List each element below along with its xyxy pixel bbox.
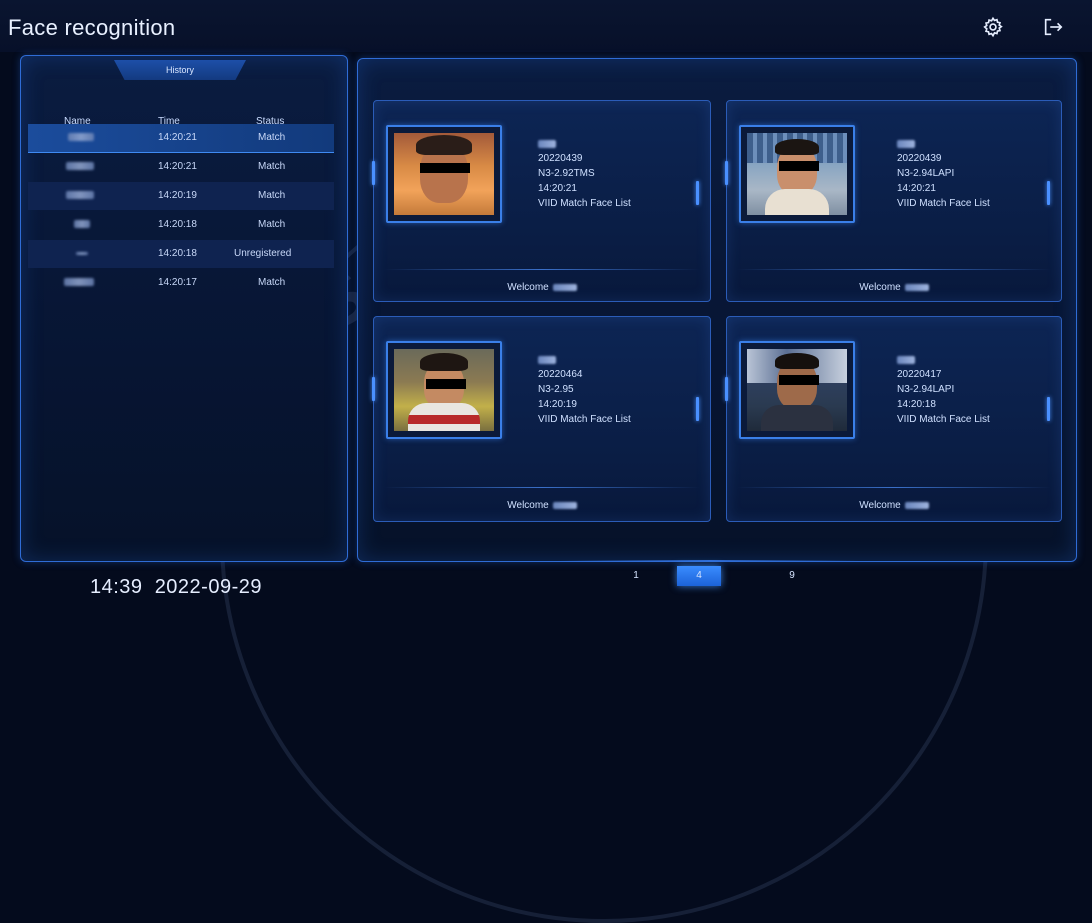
face-snapshot	[386, 125, 502, 223]
capture-time: 14:20:21	[897, 183, 936, 194]
card-indicator	[372, 377, 375, 401]
person-id: 20220417	[897, 369, 942, 380]
recognition-card[interactable]: 20220439 N3-2.94LAPI 14:20:21 VIID Match…	[725, 100, 1062, 302]
welcome-message: Welcome	[727, 500, 1061, 511]
page-button[interactable]: 9	[770, 566, 814, 586]
face-snapshot	[739, 341, 855, 439]
welcome-message: Welcome	[374, 282, 710, 293]
recognition-card[interactable]: 20220417 N3-2.94LAPI 14:20:18 VIID Match…	[725, 316, 1062, 522]
page-button[interactable]: 1	[614, 566, 658, 586]
clock: 14:39 2022-09-29	[90, 576, 262, 599]
match-list: VIID Match Face List	[897, 414, 990, 425]
card-indicator	[1047, 397, 1050, 421]
history-row[interactable]: 14:20:21 Match	[28, 124, 334, 153]
row-time: 14:20:18	[158, 219, 197, 230]
match-list: VIID Match Face List	[538, 198, 631, 209]
card-indicator	[1047, 181, 1050, 205]
redacted-name	[897, 356, 915, 364]
page-title: Face recognition	[8, 15, 176, 40]
redacted-name	[66, 191, 94, 199]
welcome-message: Welcome	[727, 282, 1061, 293]
match-list: VIID Match Face List	[897, 198, 990, 209]
match-list: VIID Match Face List	[538, 414, 631, 425]
device-name: N3-2.92TMS	[538, 168, 595, 179]
redacted-name	[64, 278, 94, 286]
row-time: 14:20:17	[158, 277, 197, 288]
tab-history[interactable]: History	[114, 60, 246, 80]
card-indicator	[725, 161, 728, 185]
settings-button[interactable]	[980, 14, 1006, 40]
row-status: Unregistered	[234, 248, 292, 259]
page-button-active[interactable]: 4	[677, 566, 721, 586]
redacted-name	[538, 140, 556, 148]
card-indicator	[372, 161, 375, 185]
row-time: 14:20:18	[158, 248, 197, 259]
row-status: Match	[258, 190, 286, 201]
face-snapshot	[386, 341, 502, 439]
history-row[interactable]: 14:20:18 Unregistered	[28, 240, 334, 268]
logout-icon	[1044, 18, 1063, 36]
device-name: N3-2.94LAPI	[897, 168, 955, 179]
card-indicator	[725, 377, 728, 401]
redacted-name	[76, 252, 88, 255]
row-time: 14:20:19	[158, 190, 197, 201]
pagination-rail	[560, 560, 860, 561]
row-time: 14:20:21	[158, 161, 197, 172]
recognition-card[interactable]: 20220439 N3-2.92TMS 14:20:21 VIID Match …	[372, 100, 711, 302]
person-id: 20220464	[538, 369, 583, 380]
history-row[interactable]: 14:20:17 Match	[28, 269, 334, 297]
person-id: 20220439	[538, 153, 583, 164]
device-name: N3-2.95	[538, 384, 574, 395]
face-snapshot	[739, 125, 855, 223]
divider	[737, 487, 1051, 488]
recognition-card[interactable]: 20220464 N3-2.95 14:20:19 VIID Match Fac…	[372, 316, 711, 522]
divider	[384, 269, 700, 270]
redacted-name	[68, 133, 94, 141]
redacted-name	[74, 220, 90, 228]
device-name: N3-2.94LAPI	[897, 384, 955, 395]
row-status: Match	[258, 161, 286, 172]
card-indicator	[696, 181, 699, 205]
row-time: 14:20:21	[158, 132, 197, 143]
redacted-name	[897, 140, 915, 148]
redacted-name	[66, 162, 94, 170]
history-row[interactable]: 14:20:21 Match	[28, 153, 334, 181]
history-row[interactable]: 14:20:19 Match	[28, 182, 334, 210]
row-status: Match	[258, 219, 286, 230]
history-row[interactable]: 14:20:18 Match	[28, 211, 334, 239]
divider	[737, 269, 1051, 270]
card-indicator	[696, 397, 699, 421]
redacted-name	[538, 356, 556, 364]
capture-time: 14:20:19	[538, 399, 577, 410]
clock-date: 2022-09-29	[154, 576, 262, 598]
divider	[384, 487, 700, 488]
gear-icon	[983, 16, 1003, 38]
person-id: 20220439	[897, 153, 942, 164]
clock-time: 14:39	[90, 576, 143, 598]
exit-button[interactable]	[1040, 14, 1066, 40]
row-status: Match	[258, 277, 286, 288]
capture-time: 14:20:18	[897, 399, 936, 410]
capture-time: 14:20:21	[538, 183, 577, 194]
welcome-message: Welcome	[374, 500, 710, 511]
row-status: Match	[258, 132, 286, 143]
